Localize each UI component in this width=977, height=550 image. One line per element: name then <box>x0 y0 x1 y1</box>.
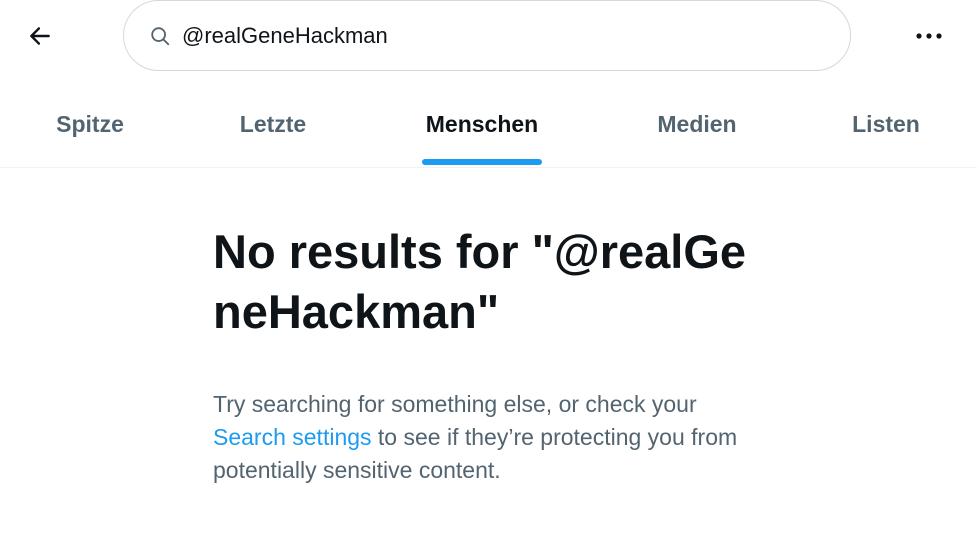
tab-menschen[interactable]: Menschen <box>385 82 579 166</box>
empty-state: No results for "@realGeneHackman" Try se… <box>213 222 773 487</box>
tab-spitze[interactable]: Spitze <box>0 82 180 166</box>
back-button[interactable] <box>14 12 66 60</box>
tab-label: Medien <box>657 110 737 137</box>
tab-label: Letzte <box>239 110 307 137</box>
search-icon <box>148 24 172 48</box>
tab-label: Spitze <box>56 110 124 137</box>
search-box[interactable] <box>123 0 851 71</box>
tab-label: Menschen <box>425 110 539 137</box>
tab-letzte[interactable]: Letzte <box>180 82 366 166</box>
more-horizontal-icon <box>916 33 942 39</box>
empty-state-description: Try searching for something else, or che… <box>213 388 758 487</box>
search-results-page: Spitze Letzte Menschen Medien Listen No … <box>0 0 977 550</box>
search-input[interactable] <box>182 18 802 53</box>
active-tab-indicator <box>422 159 542 165</box>
tab-label: Listen <box>852 110 920 137</box>
arrow-left-icon <box>30 27 50 45</box>
more-options-button[interactable] <box>904 12 954 60</box>
tab-listen[interactable]: Listen <box>796 82 976 166</box>
tab-medien[interactable]: Medien <box>604 82 790 166</box>
search-settings-link[interactable]: Search settings <box>213 424 372 450</box>
empty-state-title: No results for "@realGeneHackman" <box>213 225 747 338</box>
search-tabs: Spitze Letzte Menschen Medien Listen <box>0 82 977 168</box>
desc-text-before: Try searching for something else, or che… <box>213 391 697 417</box>
